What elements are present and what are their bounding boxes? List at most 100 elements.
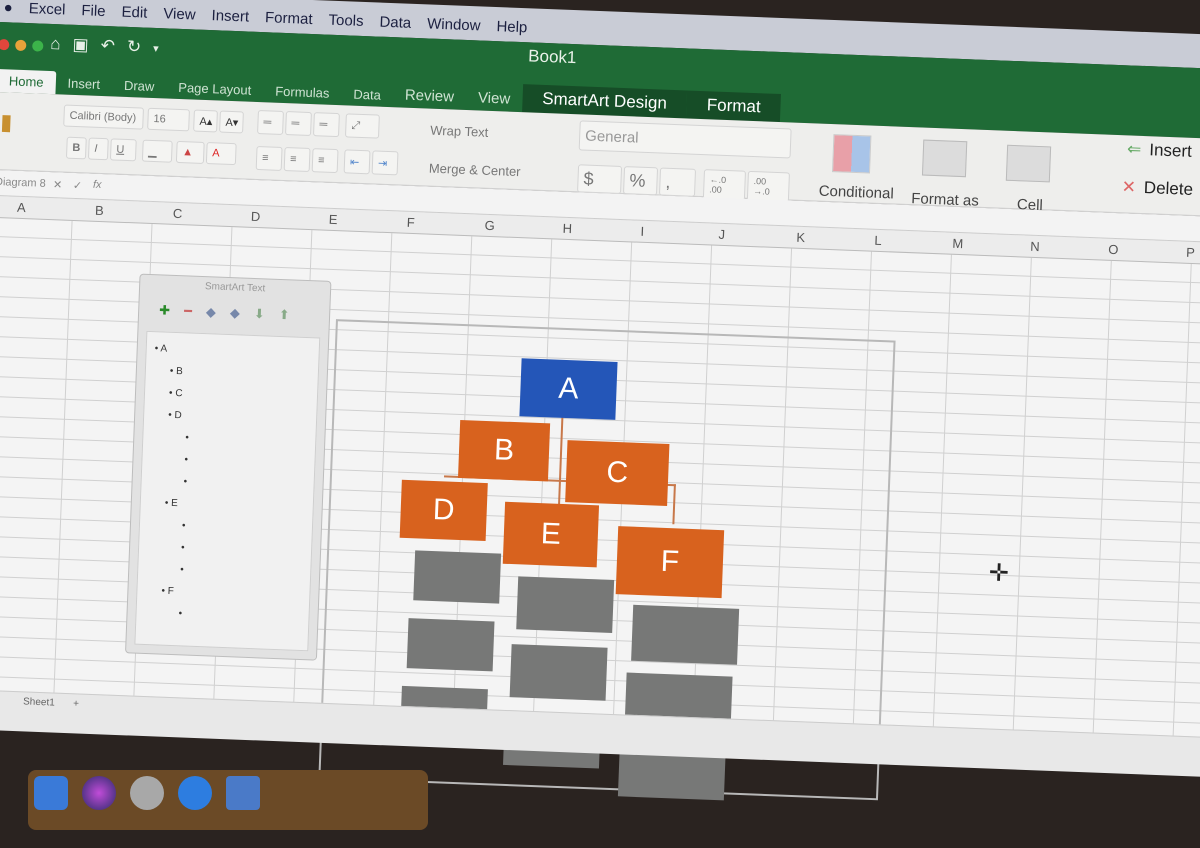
customize-icon[interactable]: ▾ [153, 38, 159, 58]
column-header[interactable]: D [251, 209, 261, 224]
redo-icon[interactable]: ↻ [127, 37, 142, 58]
menu-format[interactable]: Format [265, 9, 313, 28]
promote-icon[interactable]: ◆ [206, 304, 217, 320]
decrease-indent-button[interactable]: ⇤ [343, 149, 371, 175]
fill-color-button[interactable]: ▲ [175, 140, 205, 164]
tab-formulas[interactable]: Formulas [263, 79, 342, 105]
demote-icon[interactable]: ◆ [230, 305, 241, 321]
orientation-button[interactable]: ⤢ [344, 113, 380, 139]
menu-help[interactable]: Help [496, 18, 527, 36]
undo-icon[interactable]: ↶ [100, 36, 115, 57]
close-button[interactable] [0, 38, 10, 51]
insert-cells-button[interactable]: ⇐ Insert [1127, 139, 1192, 161]
bold-button[interactable]: B [65, 136, 87, 160]
number-format-select[interactable]: General [578, 120, 792, 159]
align-top-button[interactable]: ═ [257, 109, 284, 135]
align-bottom-button[interactable]: ═ [313, 112, 340, 138]
save-icon[interactable]: ▣ [72, 35, 89, 56]
menu-view[interactable]: View [163, 5, 196, 23]
align-middle-button[interactable]: ═ [285, 111, 312, 137]
tab-review[interactable]: Review [392, 82, 466, 110]
column-header[interactable]: L [874, 233, 882, 248]
menu-file[interactable]: File [81, 2, 106, 20]
column-header[interactable]: N [1030, 239, 1040, 254]
column-header[interactable]: M [952, 236, 963, 251]
apple-icon[interactable]: ● [3, 0, 13, 16]
menu-window[interactable]: Window [427, 15, 481, 34]
placeholder-box[interactable] [509, 644, 608, 701]
tab-view[interactable]: View [466, 85, 523, 112]
finder-icon[interactable] [34, 776, 68, 810]
move-down-icon[interactable]: ⬇ [254, 306, 265, 322]
italic-button[interactable]: I [87, 137, 109, 161]
sheet-tab[interactable]: Sheet1 [23, 696, 55, 708]
column-header[interactable]: B [95, 203, 104, 218]
smartart-node-b[interactable]: B [457, 419, 551, 482]
font-size-select[interactable]: 16 [147, 107, 190, 132]
tab-insert[interactable]: Insert [55, 71, 112, 96]
remove-icon[interactable]: ━ [184, 303, 192, 319]
smartart-text-list[interactable]: • A • B • C • D • • • • E • • • • F • [134, 330, 321, 652]
preview-icon[interactable] [226, 776, 260, 810]
grow-font-button[interactable]: A▴ [193, 109, 218, 133]
cancel-icon[interactable]: ✕ [53, 178, 63, 191]
tab-data[interactable]: Data [341, 82, 393, 107]
smartart-node-e[interactable]: E [502, 501, 600, 568]
siri-icon[interactable] [82, 776, 116, 810]
menu-data[interactable]: Data [379, 14, 411, 32]
column-header[interactable]: G [484, 218, 495, 233]
comma-button[interactable]: , [658, 167, 697, 197]
column-header[interactable]: A [17, 200, 26, 215]
menu-excel[interactable]: Excel [28, 0, 65, 18]
tab-draw[interactable]: Draw [112, 73, 167, 98]
wrap-text-button[interactable]: Wrap Text [425, 118, 536, 144]
column-header[interactable]: I [640, 224, 644, 239]
safari-icon[interactable] [178, 776, 212, 810]
smartart-node-d[interactable]: D [399, 479, 488, 542]
smartart-text-item[interactable]: • [144, 602, 301, 630]
placeholder-box[interactable] [413, 550, 502, 604]
minimize-button[interactable] [15, 39, 27, 52]
placeholder-box[interactable] [406, 618, 495, 672]
paste-button[interactable]: ▮ [0, 98, 26, 147]
column-header[interactable]: K [796, 230, 805, 245]
align-right-button[interactable]: ≡ [311, 148, 339, 174]
tab-home[interactable]: Home [0, 68, 56, 95]
increase-indent-button[interactable]: ⇥ [371, 150, 399, 176]
home-icon[interactable]: ⌂ [50, 34, 61, 54]
shrink-font-button[interactable]: A▾ [219, 110, 244, 134]
font-name-select[interactable]: Calibri (Body) [63, 104, 144, 130]
merge-center-button[interactable]: Merge & Center [423, 156, 554, 183]
add-icon[interactable]: ✚ [159, 302, 170, 318]
name-box[interactable]: Diagram 8 [0, 176, 46, 190]
delete-cells-button[interactable]: ✕ Delete [1121, 177, 1193, 200]
align-center-button[interactable]: ≡ [283, 147, 311, 173]
borders-button[interactable]: ▁ [141, 139, 173, 163]
menu-edit[interactable]: Edit [121, 4, 147, 22]
menu-insert[interactable]: Insert [211, 7, 249, 25]
smartart-node-a[interactable]: A [519, 358, 618, 420]
column-header[interactable]: J [718, 227, 725, 242]
placeholder-box[interactable] [516, 576, 615, 633]
function-icon[interactable]: fx [93, 179, 102, 191]
column-header[interactable]: E [329, 212, 338, 227]
column-header[interactable]: P [1186, 245, 1195, 260]
move-up-icon[interactable]: ⬆ [278, 307, 289, 323]
currency-button[interactable]: $ [577, 164, 623, 194]
cell-styles-icon[interactable] [1005, 144, 1052, 183]
percent-button[interactable]: % [623, 166, 659, 196]
add-sheet-button[interactable]: + [73, 698, 79, 709]
column-header[interactable]: C [173, 206, 183, 221]
column-header[interactable]: H [562, 221, 572, 236]
column-header[interactable]: O [1108, 242, 1119, 257]
increase-decimal-button[interactable]: ←.0 .00 [702, 169, 746, 201]
menu-tools[interactable]: Tools [328, 12, 364, 30]
conditional-formatting-icon[interactable] [832, 134, 872, 174]
format-as-table-icon[interactable] [921, 139, 968, 178]
column-header[interactable]: F [406, 215, 415, 230]
tab-format[interactable]: Format [686, 90, 782, 123]
smartart-node-f[interactable]: F [615, 526, 725, 599]
placeholder-box[interactable] [631, 604, 740, 665]
zoom-button[interactable] [32, 40, 44, 52]
decrease-decimal-button[interactable]: .00 →.0 [746, 170, 790, 203]
